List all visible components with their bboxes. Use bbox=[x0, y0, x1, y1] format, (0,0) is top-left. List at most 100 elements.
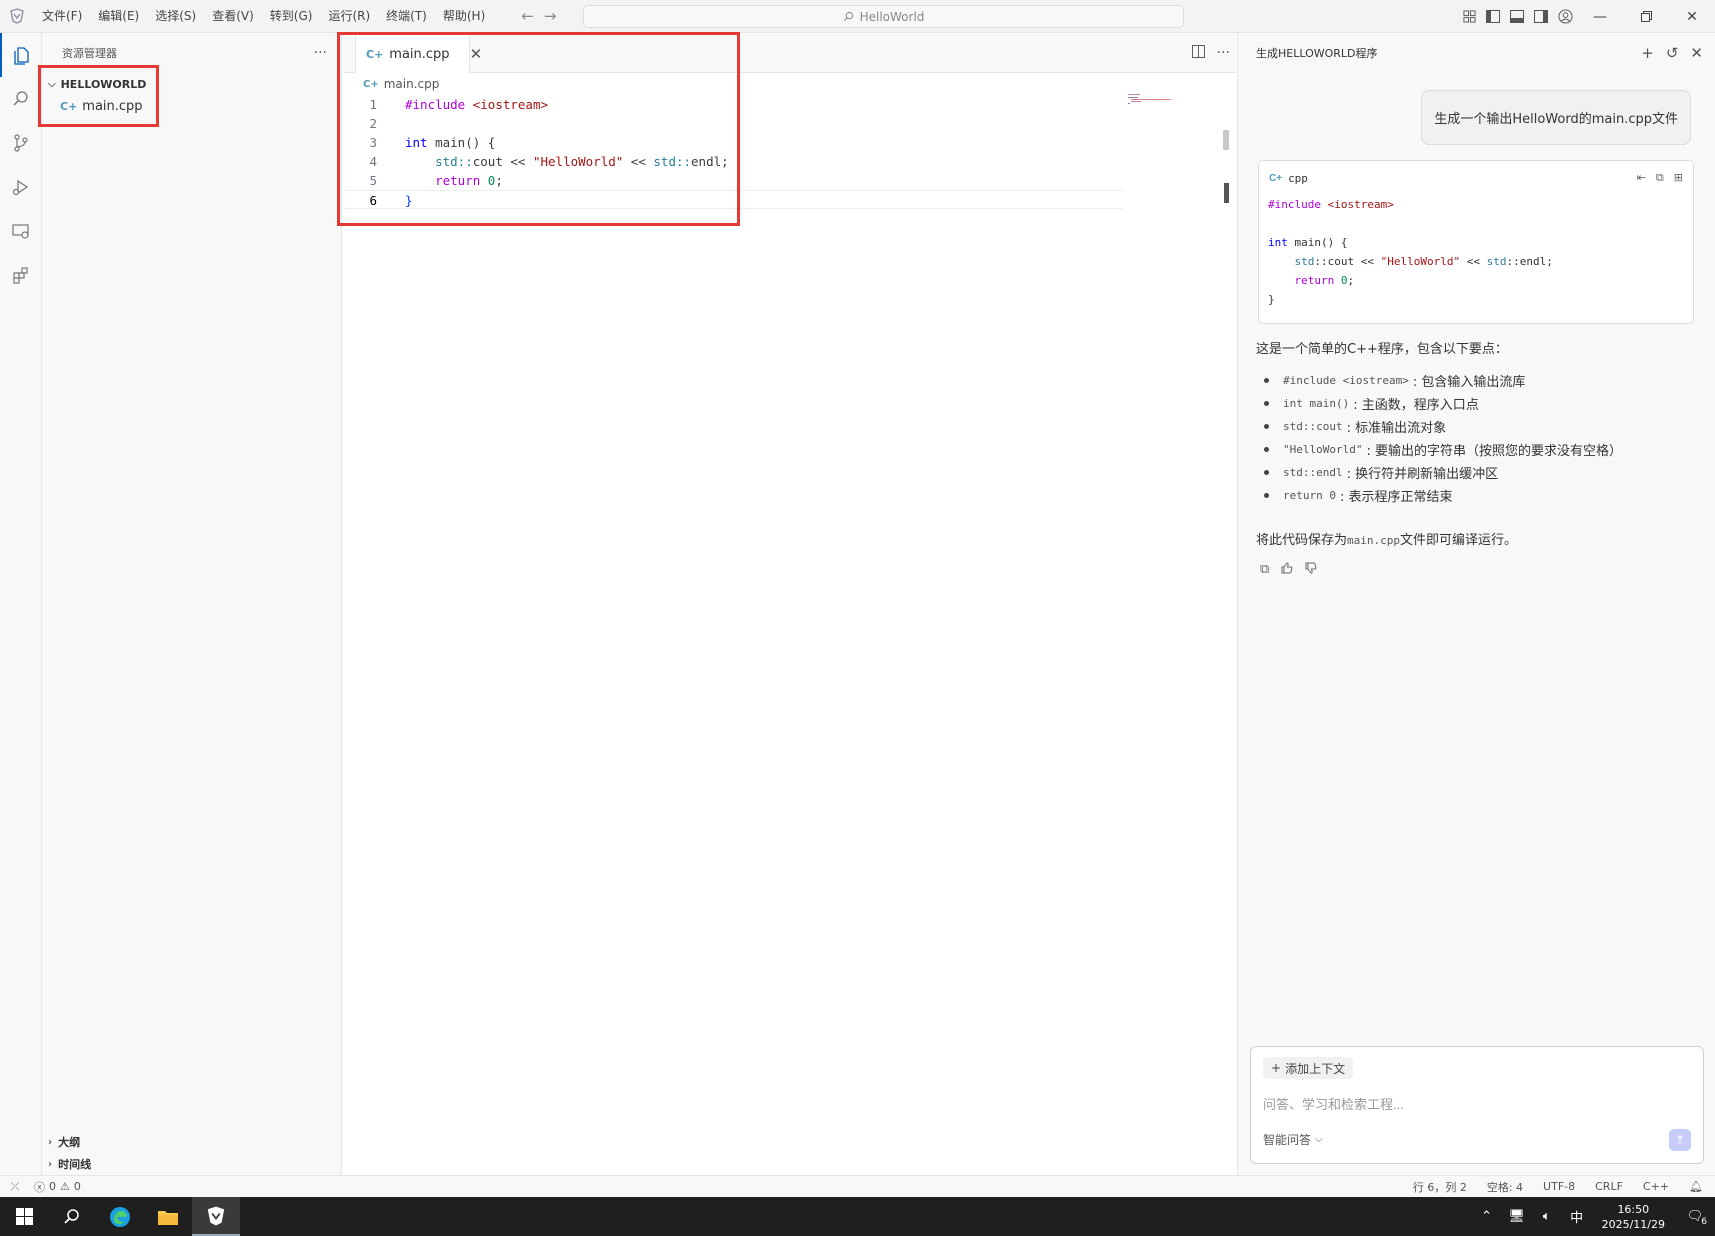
language-mode[interactable]: C++ bbox=[1643, 1180, 1669, 1193]
restore-button[interactable] bbox=[1623, 0, 1669, 33]
indentation[interactable]: 空格: 4 bbox=[1487, 1179, 1523, 1195]
menu-run[interactable]: 运行(R) bbox=[320, 0, 378, 33]
insert-code-icon[interactable]: ⇤ bbox=[1637, 171, 1646, 185]
forward-arrow-icon[interactable]: → bbox=[544, 7, 557, 25]
remote-explorer-icon[interactable] bbox=[0, 209, 42, 253]
scrollbar-thumb[interactable] bbox=[1223, 130, 1229, 150]
editor-more-icon[interactable]: ··· bbox=[1217, 45, 1230, 61]
close-tab-icon[interactable]: ✕ bbox=[470, 45, 483, 63]
minimap[interactable] bbox=[1128, 93, 1178, 113]
customize-layout-icon[interactable] bbox=[1457, 0, 1481, 33]
tab-main-cpp[interactable]: C+ main.cpp ✕ bbox=[355, 33, 482, 74]
new-chat-icon[interactable]: + bbox=[1641, 44, 1654, 62]
line-number: 6 bbox=[369, 193, 377, 208]
chat-panel: 生成HELLOWORLD程序 + ↺ ✕ 生成一个输出HelloWord的mai… bbox=[1237, 33, 1715, 1175]
copy-icon[interactable]: ⧉ bbox=[1260, 562, 1269, 578]
outro-text: 将此代码保存为 bbox=[1256, 533, 1348, 548]
mode-select[interactable]: 智能问答 ⌵ bbox=[1263, 1131, 1323, 1148]
error-count[interactable]: 0 bbox=[49, 1180, 56, 1193]
remote-indicator-icon[interactable]: ⤫ bbox=[0, 1180, 30, 1194]
minimize-button[interactable]: — bbox=[1577, 0, 1623, 33]
response-points: #include <iostream>: 包含输入输出流库 int main()… bbox=[1256, 369, 1696, 507]
edge-browser-icon[interactable] bbox=[96, 1197, 144, 1236]
more-actions-icon[interactable]: ··· bbox=[314, 45, 327, 61]
cpp-file-icon: C+ bbox=[60, 99, 78, 113]
inline-code: "HelloWorld" bbox=[1283, 443, 1363, 456]
error-icon[interactable]: ⓧ bbox=[34, 1179, 45, 1195]
menu-edit[interactable]: 编辑(E) bbox=[90, 0, 147, 33]
code-token: std:: bbox=[653, 154, 692, 169]
chevron-right-icon: › bbox=[48, 1136, 53, 1148]
send-button[interactable]: ↑ bbox=[1669, 1129, 1691, 1151]
menu-file[interactable]: 文件(F) bbox=[34, 0, 90, 33]
code-token: return bbox=[435, 173, 481, 188]
network-icon[interactable]: 🖥︎ bbox=[1502, 1209, 1532, 1224]
clock-time: 16:50 bbox=[1617, 1202, 1650, 1216]
menu-go[interactable]: 转到(G) bbox=[262, 0, 321, 33]
close-window-button[interactable]: ✕ bbox=[1669, 0, 1715, 33]
menu-help[interactable]: 帮助(H) bbox=[435, 0, 493, 33]
notification-center-icon[interactable]: 🗨︎ 6 bbox=[1675, 1209, 1715, 1227]
response-intro: 这是一个简单的C++程序，包含以下要点： bbox=[1256, 342, 1508, 357]
code-editor[interactable]: 1 #include <iostream> 2 3 int main() { 4… bbox=[343, 95, 1236, 209]
close-panel-icon[interactable]: ✕ bbox=[1690, 44, 1703, 62]
menu-terminal[interactable]: 终端(T) bbox=[378, 0, 435, 33]
chevron-down-icon: ⌵ bbox=[1315, 1134, 1323, 1145]
code-token: "HelloWorld" bbox=[532, 154, 624, 169]
ime-indicator[interactable]: 中 bbox=[1562, 1207, 1592, 1226]
folder-helloworld[interactable]: ⌵ HELLOWORLD bbox=[42, 73, 341, 95]
cursor-position[interactable]: 行 6，列 2 bbox=[1413, 1179, 1467, 1195]
taskbar-search-icon[interactable] bbox=[48, 1197, 96, 1236]
split-editor-icon[interactable] bbox=[1191, 44, 1205, 62]
back-arrow-icon[interactable]: ← bbox=[521, 7, 534, 25]
volume-icon[interactable]: 🔈︎ bbox=[1532, 1209, 1562, 1224]
chat-input-box: + 添加上下文 智能问答 ⌵ ↑ bbox=[1250, 1046, 1704, 1164]
list-item: return 0: 表示程序正常结束 bbox=[1256, 484, 1696, 507]
new-file-icon[interactable]: ⊞ bbox=[1674, 171, 1683, 185]
run-debug-icon[interactable] bbox=[0, 165, 42, 209]
chat-input[interactable] bbox=[1263, 1093, 1683, 1115]
account-icon[interactable] bbox=[1553, 0, 1577, 33]
code-token: endl; bbox=[691, 154, 729, 169]
encoding[interactable]: UTF-8 bbox=[1543, 1180, 1575, 1193]
code-token: #include bbox=[405, 97, 466, 112]
search-view-icon[interactable] bbox=[0, 77, 42, 121]
file-main-cpp[interactable]: C+ main.cpp bbox=[42, 95, 341, 117]
breadcrumb[interactable]: C+ main.cpp bbox=[343, 73, 1236, 95]
copy-code-icon[interactable]: ⧉ bbox=[1656, 171, 1664, 185]
toggle-secondary-sidebar-icon[interactable] bbox=[1529, 0, 1553, 33]
explorer-sidebar: 资源管理器 ··· ⌵ HELLOWORLD C+ main.cpp › 大纲 … bbox=[42, 33, 342, 1175]
clock-date: 2025/11/29 bbox=[1601, 1217, 1665, 1231]
code-block-line bbox=[1259, 214, 1693, 233]
line-number: 2 bbox=[369, 116, 377, 131]
menu-selection[interactable]: 选择(S) bbox=[147, 0, 204, 33]
extensions-icon[interactable] bbox=[0, 253, 42, 297]
file-explorer-icon[interactable] bbox=[144, 1197, 192, 1236]
timeline-section[interactable]: › 时间线 bbox=[42, 1153, 342, 1175]
add-context-button[interactable]: + 添加上下文 bbox=[1263, 1057, 1354, 1079]
toggle-panel-icon[interactable] bbox=[1505, 0, 1529, 33]
ide-taskbar-icon[interactable] bbox=[192, 1197, 240, 1236]
warning-icon[interactable]: ⚠ bbox=[60, 1180, 70, 1193]
code-token: ; bbox=[495, 173, 503, 188]
line-number: 1 bbox=[369, 97, 377, 112]
inline-code: #include <iostream> bbox=[1283, 374, 1409, 387]
source-control-icon[interactable] bbox=[0, 121, 42, 165]
thumbs-up-icon[interactable] bbox=[1281, 562, 1293, 578]
warning-count[interactable]: 0 bbox=[74, 1180, 81, 1193]
thumbs-down-icon[interactable] bbox=[1305, 562, 1317, 578]
menu-view[interactable]: 查看(V) bbox=[204, 0, 262, 33]
command-center[interactable]: HelloWorld bbox=[583, 5, 1184, 28]
user-message: 生成一个输出HelloWord的main.cpp文件 bbox=[1421, 90, 1691, 145]
chevron-up-icon[interactable]: ⌃ bbox=[1472, 1209, 1502, 1224]
line-number: 3 bbox=[369, 135, 377, 150]
status-bar: ⤫ ⓧ 0 ⚠ 0 行 6，列 2 空格: 4 UTF-8 CRLF C++ 🔔… bbox=[0, 1175, 1715, 1197]
outline-section[interactable]: › 大纲 bbox=[42, 1131, 342, 1153]
explorer-icon[interactable] bbox=[0, 33, 42, 77]
end-of-line[interactable]: CRLF bbox=[1595, 1180, 1623, 1193]
toggle-primary-sidebar-icon[interactable] bbox=[1481, 0, 1505, 33]
bell-icon[interactable]: 🔔︎ bbox=[1689, 1180, 1703, 1193]
windows-start-icon[interactable] bbox=[0, 1197, 48, 1236]
history-icon[interactable]: ↺ bbox=[1666, 44, 1679, 62]
clock[interactable]: 16:50 2025/11/29 bbox=[1592, 1202, 1675, 1232]
